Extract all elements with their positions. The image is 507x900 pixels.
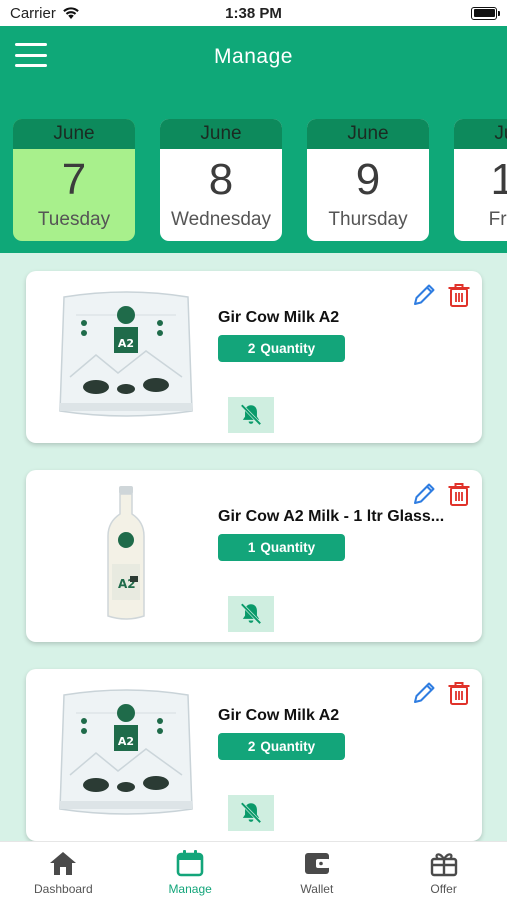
date-weekday: Friday (488, 209, 507, 230)
nav-label: Dashboard (34, 882, 93, 896)
product-card: A2 Gir Cow A2 Milk - 1 ltr Glass... 1 Qua… (26, 470, 482, 642)
battery-icon (471, 6, 500, 20)
milk-pouch-image: A2 (59, 689, 193, 815)
edit-icon[interactable] (410, 281, 438, 309)
product-name: Gir Cow A2 Milk - 1 ltr Glass... (218, 508, 445, 525)
svg-text:A2: A2 (118, 735, 134, 748)
date-month: June (307, 119, 429, 149)
quantity-value: 2 (247, 739, 256, 754)
quantity-label: Quantity (260, 341, 316, 356)
bell-off-icon (240, 802, 262, 824)
quantity-badge[interactable]: 2 Quantity (218, 733, 345, 760)
delete-icon[interactable] (445, 480, 473, 508)
date-card[interactable]: June 10 Friday (454, 119, 507, 241)
nav-label: Offer (430, 882, 457, 896)
notification-toggle-button[interactable] (228, 596, 274, 632)
gift-icon (430, 853, 457, 877)
header: Manage June 7 Tuesday June 8 Wednesday J… (0, 26, 507, 253)
quantity-value: 2 (247, 341, 256, 356)
date-day: 10 (490, 155, 507, 204)
bell-off-icon (240, 603, 262, 625)
product-name: Gir Cow Milk A2 (218, 707, 340, 724)
date-day: 9 (355, 155, 381, 204)
page-title: Manage (214, 45, 293, 68)
wifi-icon (63, 7, 79, 19)
quantity-label: Quantity (260, 739, 316, 754)
edit-icon[interactable] (410, 480, 438, 508)
calendar-icon (176, 850, 204, 877)
product-list[interactable]: A2 Gir Cow Milk A2 2 Quantity A2 Gir Cow… (0, 253, 507, 841)
date-card[interactable]: June 7 Tuesday (13, 119, 135, 241)
bottom-nav: Dashboard Manage Wallet Offer (0, 841, 507, 900)
quantity-label: Quantity (260, 540, 316, 555)
nav-label: Wallet (300, 882, 334, 896)
date-card[interactable]: June 8 Wednesday (160, 119, 282, 241)
date-card[interactable]: June 9 Thursday (307, 119, 429, 241)
date-day: 7 (61, 155, 87, 204)
nav-item-wallet[interactable]: Wallet (254, 842, 381, 900)
nav-item-dashboard[interactable]: Dashboard (0, 842, 127, 900)
svg-text:A2: A2 (118, 337, 134, 350)
date-month: June (13, 119, 135, 149)
date-month: June (160, 119, 282, 149)
notification-toggle-button[interactable] (228, 397, 274, 433)
delete-icon[interactable] (445, 281, 473, 309)
quantity-badge[interactable]: 2 Quantity (218, 335, 345, 362)
milk-pouch-image: A2 (59, 291, 193, 417)
date-weekday: Wednesday (171, 209, 271, 230)
quantity-badge[interactable]: 1 Quantity (218, 534, 345, 561)
date-day: 8 (208, 155, 234, 204)
bell-off-icon (240, 404, 262, 426)
product-card: A2 Gir Cow Milk A2 2 Quantity (26, 669, 482, 841)
quantity-value: 1 (247, 540, 256, 555)
nav-item-manage[interactable]: Manage (127, 842, 254, 900)
date-month: June (454, 119, 507, 149)
edit-icon[interactable] (410, 679, 438, 707)
product-card: A2 Gir Cow Milk A2 2 Quantity (26, 271, 482, 443)
date-weekday: Tuesday (37, 209, 111, 230)
date-weekday: Thursday (328, 209, 408, 230)
delete-icon[interactable] (445, 679, 473, 707)
date-strip[interactable]: June 7 Tuesday June 8 Wednesday June 9 T… (0, 119, 507, 241)
notification-toggle-button[interactable] (228, 795, 274, 831)
product-name: Gir Cow Milk A2 (218, 309, 340, 326)
status-bar: Carrier 1:38 PM (0, 0, 507, 26)
milk-bottle-image: A2 (107, 486, 145, 620)
nav-item-offer[interactable]: Offer (380, 842, 507, 900)
nav-label: Manage (168, 882, 212, 896)
wallet-icon (304, 853, 330, 874)
home-icon (50, 852, 77, 875)
status-left: Carrier (10, 5, 80, 22)
carrier-label: Carrier (10, 4, 56, 22)
